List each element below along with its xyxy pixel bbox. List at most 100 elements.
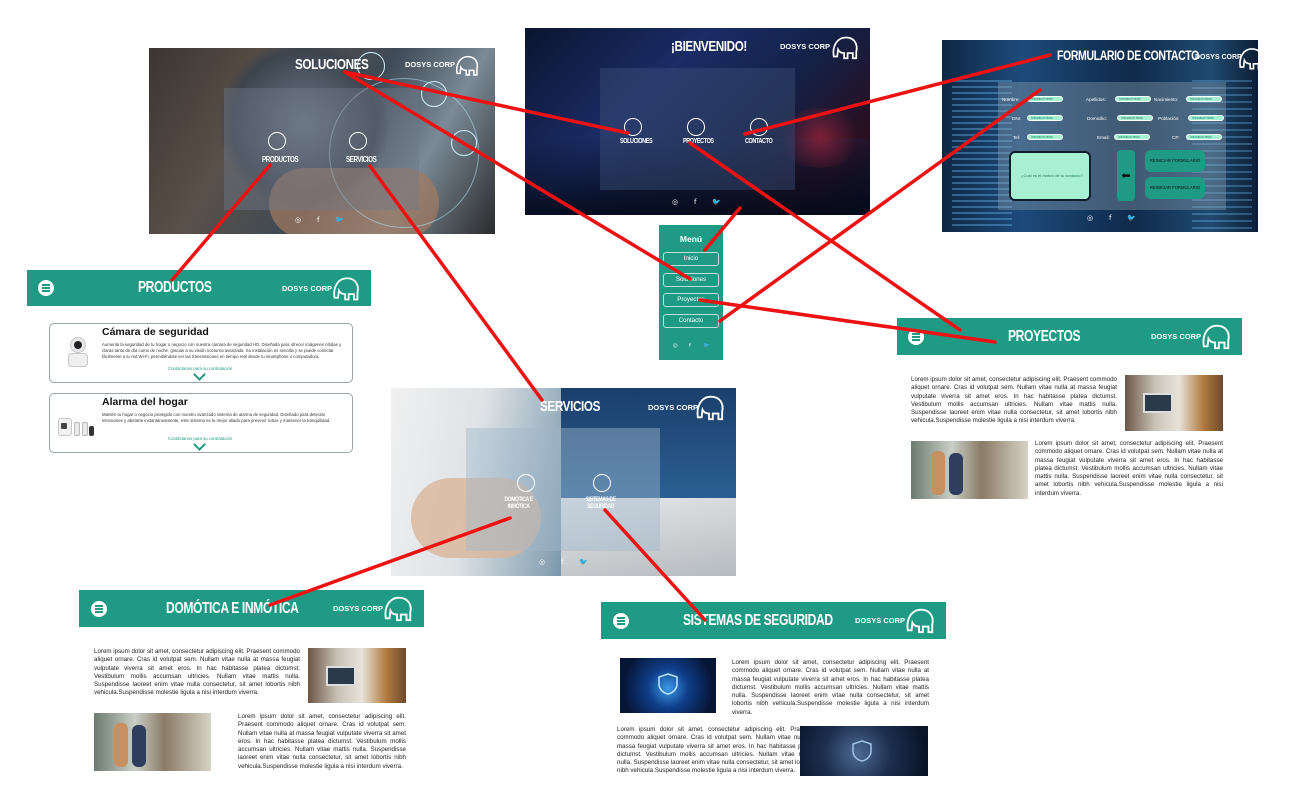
side-menu: Menú Inicio Soluciones Proyectos Contact… — [659, 225, 723, 360]
shield-check-icon[interactable] — [593, 474, 611, 492]
reset-button-2[interactable]: REINICIAR FORMULARIO — [1145, 177, 1205, 199]
proyectos-header: PROYECTOS DOSYS CORP — [897, 318, 1242, 355]
field-label-nacimiento: Nacimiento: — [1154, 97, 1179, 102]
reset-label-2: REINICIAR FORMULARIO — [1149, 185, 1201, 190]
twitter-icon[interactable]: 🐦 — [579, 558, 588, 566]
screen-productos: PRODUCTOS DOSYS CORP Cámara de seguridad… — [27, 270, 371, 460]
field-input-poblacion[interactable]: Introducir texto — [1188, 115, 1224, 121]
soluciones-item-productos[interactable]: PRODUCTOS — [262, 155, 299, 164]
reset-button-1[interactable]: REINICIAR FORMULARIO — [1145, 150, 1205, 172]
brand-name: DOSYS CORP — [780, 42, 831, 51]
seguridad-title: SISTEMAS DE SEGURIDAD — [683, 612, 833, 629]
twitter-icon[interactable]: 🐦 — [335, 216, 344, 224]
back-button[interactable]: ⬅ — [1117, 150, 1135, 201]
instagram-icon[interactable]: ◎ — [673, 343, 678, 349]
field-input-domicilio[interactable]: Introducir texto — [1117, 115, 1153, 121]
screen-domotica: DOMÓTICA E INMÓTICA DOSYS CORP Lorem ips… — [79, 590, 424, 780]
field-label-poblacion: Población: — [1158, 116, 1180, 121]
menu-item-soluciones[interactable]: Soluciones — [663, 273, 719, 287]
seguridad-image-1 — [620, 658, 716, 713]
twitter-icon[interactable]: 🐦 — [1127, 214, 1136, 222]
instagram-icon[interactable]: ◎ — [295, 216, 301, 224]
field-input-apellidos[interactable]: Introducir texto — [1115, 96, 1151, 102]
soluciones-icon[interactable] — [624, 118, 642, 136]
servicios-item-seguridad[interactable]: SISTEMAS DE SEGURIDAD — [585, 496, 616, 510]
servicios-icon[interactable] — [349, 132, 367, 150]
proyectos-icon[interactable] — [687, 118, 705, 136]
facebook-icon[interactable]: f — [1109, 214, 1111, 222]
domotica-paragraph-2: Lorem ipsum dolor sit amet, consectetur … — [238, 713, 406, 770]
proyectos-title: PROYECTOS — [1008, 328, 1081, 345]
field-label-domicilio: Domicilio: — [1087, 116, 1107, 121]
card-description: Aumenta la seguridad de tu hogar o negoc… — [102, 342, 342, 359]
brand-name: DOSYS CORP — [855, 616, 906, 625]
facebook-icon[interactable]: f — [317, 216, 319, 224]
card-title: Alarma del hogar — [102, 396, 188, 408]
shield-icon — [852, 740, 872, 762]
proyectos-image-1 — [1125, 375, 1223, 431]
bienvenido-item-proyectos[interactable]: PROYECTOS — [683, 138, 714, 145]
productos-icon[interactable] — [268, 132, 286, 150]
bienvenido-item-soluciones[interactable]: SOLUCIONES — [620, 138, 653, 145]
seguridad-paragraph-2: Lorem ipsum dolor sit amet, consectetur … — [617, 726, 815, 775]
domotica-header: DOMÓTICA E INMÓTICA DOSYS CORP — [79, 590, 424, 627]
elephant-logo — [696, 395, 724, 421]
field-label-email: Email: — [1097, 135, 1110, 140]
menu-icon[interactable] — [613, 613, 629, 629]
menu-title: Menú — [679, 234, 703, 244]
elephant-logo — [1202, 324, 1230, 350]
contacto-icon[interactable] — [750, 118, 768, 136]
facebook-icon[interactable]: f — [561, 558, 563, 566]
twitter-icon[interactable]: 🐦 — [703, 343, 710, 349]
elephant-logo — [832, 36, 858, 60]
field-input-email[interactable]: Introducir texto — [1114, 134, 1150, 140]
screen-servicios: SERVICIOS DOSYS CORP DOMÓTICA E INMÓTICA… — [391, 388, 736, 576]
productos-title: PRODUCTOS — [138, 279, 212, 296]
brand-name: DOSYS CORP — [1151, 332, 1202, 341]
menu-icon[interactable] — [91, 601, 107, 617]
product-card-camera: Cámara de seguridad Aumenta la seguridad… — [49, 323, 353, 383]
servicios-panel — [466, 428, 660, 551]
brand-name: DOSYS CORP — [405, 60, 456, 69]
bienvenido-item-contacto[interactable]: CONTACTO — [745, 138, 773, 145]
field-input-nombre[interactable]: Introducir texto — [1027, 96, 1063, 102]
facebook-icon[interactable]: f — [689, 343, 691, 349]
bulb-icon — [451, 130, 477, 156]
twitter-icon[interactable]: 🐦 — [712, 198, 721, 206]
field-input-tel[interactable]: Introducir texto — [1027, 134, 1063, 140]
menu-item-proyectos[interactable]: Proyectos — [663, 293, 719, 307]
field-input-cp[interactable]: Introducir texto — [1186, 134, 1222, 140]
bienvenido-title: ¡BIENVENIDO! — [671, 38, 747, 55]
product-card-alarm: Alarma del hogar Mantén tu hogar o negoc… — [49, 393, 353, 453]
menu-icon[interactable] — [38, 280, 54, 296]
field-input-dni[interactable]: Introducir texto — [1027, 115, 1063, 121]
field-label-dni: DNI: — [1012, 116, 1022, 121]
message-textarea[interactable]: ¿Cuál es el motivo de tu contacto? — [1009, 151, 1091, 201]
servicios-title: SERVICIOS — [540, 398, 600, 415]
menu-item-contacto[interactable]: Contacto — [663, 314, 719, 328]
servicios-item-domotica[interactable]: DOMÓTICA E INMÓTICA — [501, 496, 536, 510]
reset-label-1: REINICIAR FORMULARIO — [1149, 158, 1201, 163]
brand-name: DOSYS CORP — [1195, 54, 1242, 61]
instagram-icon[interactable]: ◎ — [539, 558, 545, 566]
seguridad-header: SISTEMAS DE SEGURIDAD DOSYS CORP — [601, 602, 946, 639]
card-description: Mantén tu hogar o negocio protegido con … — [102, 412, 331, 423]
field-input-nacimiento[interactable]: Introducir texto — [1186, 96, 1222, 102]
menu-icon[interactable] — [908, 329, 924, 345]
facebook-icon[interactable]: f — [694, 198, 696, 206]
elephant-logo — [456, 55, 479, 76]
proyectos-paragraph-2: Lorem ipsum dolor sit amet, consectetur … — [1035, 440, 1223, 497]
soluciones-item-servicios[interactable]: SERVICIOS — [346, 155, 377, 164]
domotica-paragraph-1: Lorem ipsum dolor sit amet, consectetur … — [94, 648, 301, 697]
instagram-icon[interactable]: ◎ — [672, 198, 678, 206]
proyectos-image-2 — [911, 441, 1028, 499]
field-label-cp: CP: — [1172, 135, 1180, 140]
domotica-image-2 — [94, 713, 211, 771]
screen-proyectos: PROYECTOS DOSYS CORP Lorem ipsum dolor s… — [897, 318, 1242, 508]
brand-name: DOSYS CORP — [282, 284, 333, 293]
brand-name: DOSYS CORP — [333, 604, 384, 613]
menu-item-inicio[interactable]: Inicio — [663, 252, 719, 266]
instagram-icon[interactable]: ◎ — [1087, 214, 1093, 222]
domotica-icon[interactable] — [517, 474, 535, 492]
domotica-image-1 — [308, 648, 406, 703]
